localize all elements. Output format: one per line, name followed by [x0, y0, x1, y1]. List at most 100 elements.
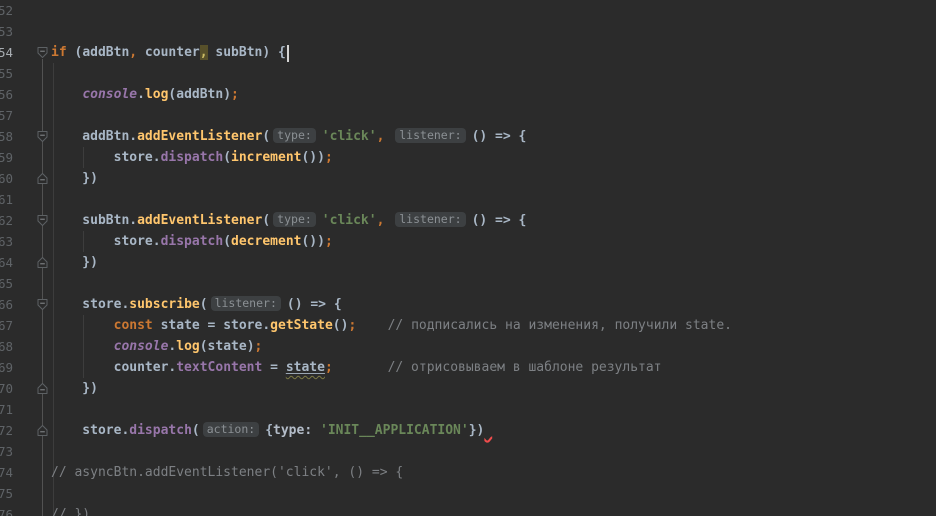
line-number[interactable]: 54 [0, 42, 13, 63]
code-line[interactable]: 53 [0, 21, 936, 42]
parameter-hint: type: [273, 128, 316, 143]
line-number[interactable]: 57 [0, 105, 13, 126]
code-line[interactable]: 64 }) [0, 252, 936, 273]
token: console [82, 87, 138, 102]
code-line[interactable]: 71 [0, 399, 936, 420]
code-text: }) [51, 168, 98, 189]
code-text: addBtn.addEventListener(type:'click', li… [51, 126, 526, 147]
token: textContent [176, 360, 263, 375]
token: ( [262, 129, 271, 144]
fold-end-icon[interactable] [37, 256, 48, 269]
code-line[interactable]: 60 }) [0, 168, 936, 189]
code-text: console.log(state); [51, 336, 263, 357]
token: 'click' [321, 213, 377, 228]
code-line[interactable]: 67 const state = store.getState(); // по… [0, 315, 936, 336]
line-number[interactable]: 58 [0, 126, 13, 147]
line-number[interactable]: 73 [0, 441, 13, 462]
token: store [51, 423, 122, 438]
token: () => { [471, 213, 527, 228]
token: getState [270, 318, 333, 333]
line-number[interactable]: 75 [0, 483, 13, 504]
code-line[interactable]: 66 store.subscribe(listener:() => { [0, 294, 936, 315]
text-caret [286, 45, 289, 62]
token: counter [137, 45, 200, 60]
code-text: if (addBtn, counter, subBtn) { [51, 42, 289, 63]
line-number[interactable]: 56 [0, 84, 13, 105]
code-line[interactable]: 75 [0, 483, 936, 504]
code-line[interactable]: 62 subBtn.addEventListener(type:'click',… [0, 210, 936, 231]
code-line[interactable]: 72 store.dispatch(action: {type: 'INIT__A… [0, 420, 936, 441]
token: store [51, 297, 122, 312]
line-number[interactable]: 55 [0, 63, 13, 84]
line-number[interactable]: 70 [0, 378, 13, 399]
line-number[interactable]: 63 [0, 231, 13, 252]
fold-start-icon[interactable] [37, 214, 48, 227]
line-number[interactable]: 62 [0, 210, 13, 231]
token: addBtn [82, 45, 130, 60]
fold-end-icon[interactable] [37, 172, 48, 185]
line-number[interactable]: 59 [0, 147, 13, 168]
token: ; [324, 360, 333, 375]
line-number[interactable]: 61 [0, 189, 13, 210]
highlighted-token: , [199, 45, 208, 60]
code-line[interactable]: 74 // asyncBtn.addEventListener('click', … [0, 462, 936, 483]
token: = [262, 360, 286, 375]
parameter-hint: listener: [210, 296, 281, 311]
code-line[interactable]: 65 [0, 273, 936, 294]
line-number[interactable]: 66 [0, 294, 13, 315]
code-line[interactable]: 70 }) [0, 378, 936, 399]
code-line[interactable]: 54 if (addBtn, counter, subBtn) { [0, 42, 936, 63]
code-line[interactable]: 73 [0, 441, 936, 462]
token: , [129, 45, 138, 60]
token: increment [231, 150, 302, 165]
token: const [113, 318, 153, 333]
code-line[interactable]: 68 console.log(state); [0, 336, 936, 357]
token: state [285, 360, 325, 375]
line-number[interactable]: 68 [0, 336, 13, 357]
token: console [113, 339, 169, 354]
fold-start-icon[interactable] [37, 46, 48, 59]
fold-end-icon[interactable] [37, 382, 48, 395]
code-line[interactable]: 57 [0, 105, 936, 126]
line-number[interactable]: 60 [0, 168, 13, 189]
code-line[interactable]: 56 console.log(addBtn); [0, 84, 936, 105]
token: // asyncBtn.addEventListener('click', ()… [51, 465, 404, 480]
code-line[interactable]: 69 counter.textContent = state; // отрис… [0, 357, 936, 378]
code-line[interactable]: 52 [0, 0, 936, 21]
code-text: store.dispatch(action: {type: 'INIT__APPL… [51, 420, 492, 441]
token: . [152, 234, 161, 249]
code-line[interactable]: 76 // }) [0, 504, 936, 516]
line-number[interactable]: 72 [0, 420, 13, 441]
token: (addBtn) [168, 87, 232, 102]
token: . [129, 129, 138, 144]
fold-start-icon[interactable] [37, 298, 48, 311]
code-line[interactable]: 59 store.dispatch(increment()); [0, 147, 936, 168]
code-text: const state = store.getState(); // подпи… [51, 315, 732, 336]
code-editor[interactable]: 52 53 54 if (addBtn, counter, subBtn) { 55 56… [0, 0, 936, 516]
line-number[interactable]: 76 [0, 504, 13, 516]
code-line[interactable]: 55 [0, 63, 936, 84]
line-number[interactable]: 69 [0, 357, 13, 378]
line-number[interactable]: 64 [0, 252, 13, 273]
code-line[interactable]: 61 [0, 189, 936, 210]
code-line[interactable]: 63 store.dispatch(decrement()); [0, 231, 936, 252]
line-number[interactable]: 71 [0, 399, 13, 420]
line-number[interactable]: 74 [0, 462, 13, 483]
token: . [129, 213, 138, 228]
line-number[interactable]: 52 [0, 0, 13, 21]
parameter-hint: action: [202, 422, 260, 437]
warning-underlined-token: state [286, 360, 325, 375]
token: ()) [301, 234, 325, 249]
fold-end-icon[interactable] [37, 424, 48, 437]
line-number[interactable]: 67 [0, 315, 13, 336]
line-number[interactable]: 53 [0, 21, 13, 42]
line-number[interactable]: 65 [0, 273, 13, 294]
code-line[interactable]: 58 addBtn.addEventListener(type:'click',… [0, 126, 936, 147]
fold-start-icon[interactable] [37, 130, 48, 143]
token: subBtn [51, 213, 130, 228]
token: type: [273, 423, 313, 438]
